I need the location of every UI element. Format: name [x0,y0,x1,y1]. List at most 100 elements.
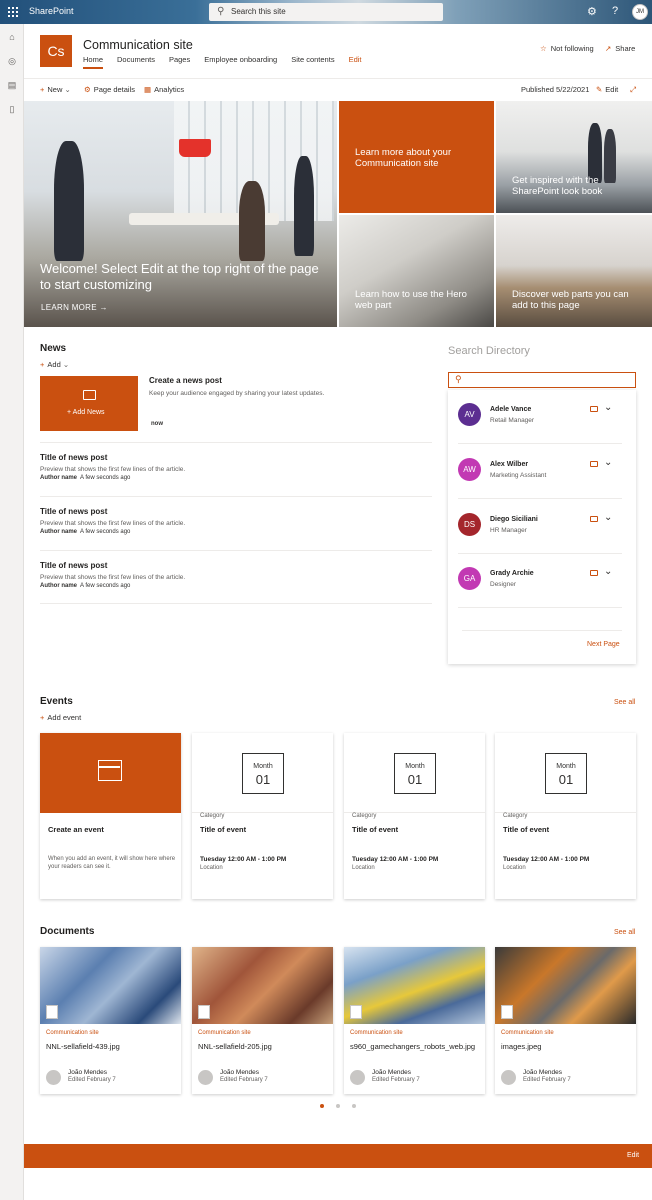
globe-icon[interactable]: ◎ [6,56,18,68]
add-news-menu[interactable]: + Add ⌄ [40,360,69,369]
chat-icon[interactable] [590,406,598,412]
share-button[interactable]: ↗ Share [605,44,635,53]
hero-tile-web-parts[interactable]: Discover web parts you can add to this p… [496,215,652,327]
app-name[interactable]: SharePoint [29,6,74,16]
search-placeholder: Search this site [231,7,286,16]
analytics-button[interactable]: ▦ Analytics [144,85,184,94]
document-card[interactable]: Communication site s960_gamechangers_rob… [344,947,485,1094]
nav-employee-onboarding[interactable]: Employee onboarding [204,55,277,69]
event-card[interactable]: Month 01 Category Title of event Tuesday … [192,733,333,899]
event-header: Month 01 [344,733,485,813]
new-button[interactable]: + New ⌄ [40,85,71,94]
carousel-dot[interactable] [352,1104,356,1108]
document-card[interactable]: Communication site NNL-sellafield-439.jp… [40,947,181,1094]
document-card[interactable]: Communication site images.jpeg João Mend… [495,947,636,1094]
add-news-text: Add News [72,409,105,416]
hero-tile-learn-more[interactable]: Learn more about your Communication site [339,101,494,213]
create-event-card[interactable]: Create an event When you add an event, i… [40,733,181,899]
published-status: Published 5/22/2021 [521,85,590,94]
news-time: A few seconds ago [80,529,131,535]
nav-documents[interactable]: Documents [117,55,155,69]
user-avatar[interactable]: JM [632,4,648,20]
events-see-all-link[interactable]: See all [614,699,635,706]
document-site: Communication site [46,1030,99,1036]
event-month: Month [405,763,425,770]
event-time: Tuesday 12:00 AM - 1:00 PM [503,856,590,863]
event-day: 01 [558,772,574,787]
document-card[interactable]: Communication site NNL-sellafield-205.jp… [192,947,333,1094]
person-name: Diego Siciliani [490,516,538,523]
person-role: Marketing Assistant [490,472,547,479]
document-author: João Mendes [68,1069,108,1076]
edit-page-button[interactable]: ✎ Edit [596,85,618,94]
next-page-link[interactable]: Next Page [587,641,620,648]
hero-main-tile[interactable]: Welcome! Select Edit at the top right of… [24,101,337,327]
add-news-button[interactable]: + Add News [40,376,138,431]
add-event-button[interactable]: + Add event [40,713,81,722]
expand-icon[interactable]: ⤢ [630,85,639,95]
page-details-button[interactable]: ⚙ Page details [84,85,135,94]
app-launcher-icon[interactable] [8,7,18,17]
chevron-down-icon[interactable]: ⌄ [604,457,612,468]
site-logo[interactable]: Cs [40,35,72,67]
person-card[interactable]: DS Diego Siciliani HR Manager ⌄ [458,500,622,554]
news-item[interactable]: Title of news post Preview that shows th… [40,442,432,496]
news-item[interactable]: Title of news post Preview that shows th… [40,496,432,550]
document-thumbnail [495,947,636,1024]
documents-see-all-link[interactable]: See all [614,929,635,936]
directory-search-input[interactable]: ⚲ [448,372,636,388]
news-preview: Preview that shows the first few lines o… [40,466,186,473]
person-card[interactable]: AV Adele Vance Retail Manager ⌄ [458,390,622,444]
chevron-down-icon[interactable]: ⌄ [604,566,612,577]
event-month: Month [253,763,273,770]
file-icon [501,1005,513,1019]
chevron-down-icon[interactable]: ⌄ [604,402,612,413]
carousel-dot[interactable] [336,1104,340,1108]
learn-more-link[interactable]: LEARN MORE → [41,302,108,313]
news-time: A few seconds ago [80,475,131,481]
plus-icon: + [67,409,72,416]
news-title: Title of news post [40,507,108,516]
person-card[interactable]: GA Grady Archie Designer ⌄ [458,554,622,608]
hero-tile-hero-web-part[interactable]: Learn how to use the Hero web part [339,215,494,327]
document-author: João Mendes [523,1069,563,1076]
news-icon [83,390,96,400]
chat-icon[interactable] [590,570,598,576]
nav-edit[interactable]: Edit [349,55,362,69]
hero-tile-look-book[interactable]: Get inspired with the SharePoint look bo… [496,101,652,213]
news-title: Title of news post [40,453,108,462]
chat-icon[interactable] [590,461,598,467]
nav-pages[interactable]: Pages [169,55,190,69]
event-date-box: Month 01 [242,753,284,794]
chevron-down-icon: ⌄ [62,360,70,369]
document-edited: Edited February 7 [68,1077,116,1083]
news-icon[interactable]: ▤ [6,80,18,92]
site-title[interactable]: Communication site [83,38,193,52]
plus-icon: + [40,360,45,369]
carousel-dot-active[interactable] [320,1104,324,1108]
document-name: NNL-sellafield-439.jpg [46,1042,120,1051]
news-meta: Author name A few seconds ago [40,529,130,535]
create-news-title[interactable]: Create a news post [149,376,222,385]
nav-home[interactable]: Home [83,55,104,69]
chevron-down-icon[interactable]: ⌄ [604,512,612,523]
person-avatar: DS [458,513,481,536]
settings-gear-icon[interactable]: ⚙ [587,5,597,18]
nav-site-contents[interactable]: Site contents [291,55,334,69]
home-icon[interactable]: ⌂ [6,32,18,44]
person-name: Alex Wilber [490,461,529,468]
event-category: Category [352,813,377,819]
person-avatar: AV [458,403,481,426]
event-card[interactable]: Month 01 Category Title of event Tuesday … [344,733,485,899]
follow-button[interactable]: ☆ Not following [540,44,594,53]
directory-title: Search Directory [448,345,530,357]
news-item[interactable]: Title of news post Preview that shows th… [40,550,432,604]
event-card[interactable]: Month 01 Category Title of event Tuesday … [495,733,636,899]
person-name: Adele Vance [490,406,532,413]
site-search-input[interactable]: ⚲ Search this site [209,3,443,21]
document-icon[interactable]: ▯ [6,104,18,116]
person-card[interactable]: AW Alex Wilber Marketing Assistant ⌄ [458,445,622,499]
chat-icon[interactable] [590,516,598,522]
help-icon[interactable]: ? [612,5,618,17]
footer-edit-button[interactable]: Edit [627,1152,639,1159]
